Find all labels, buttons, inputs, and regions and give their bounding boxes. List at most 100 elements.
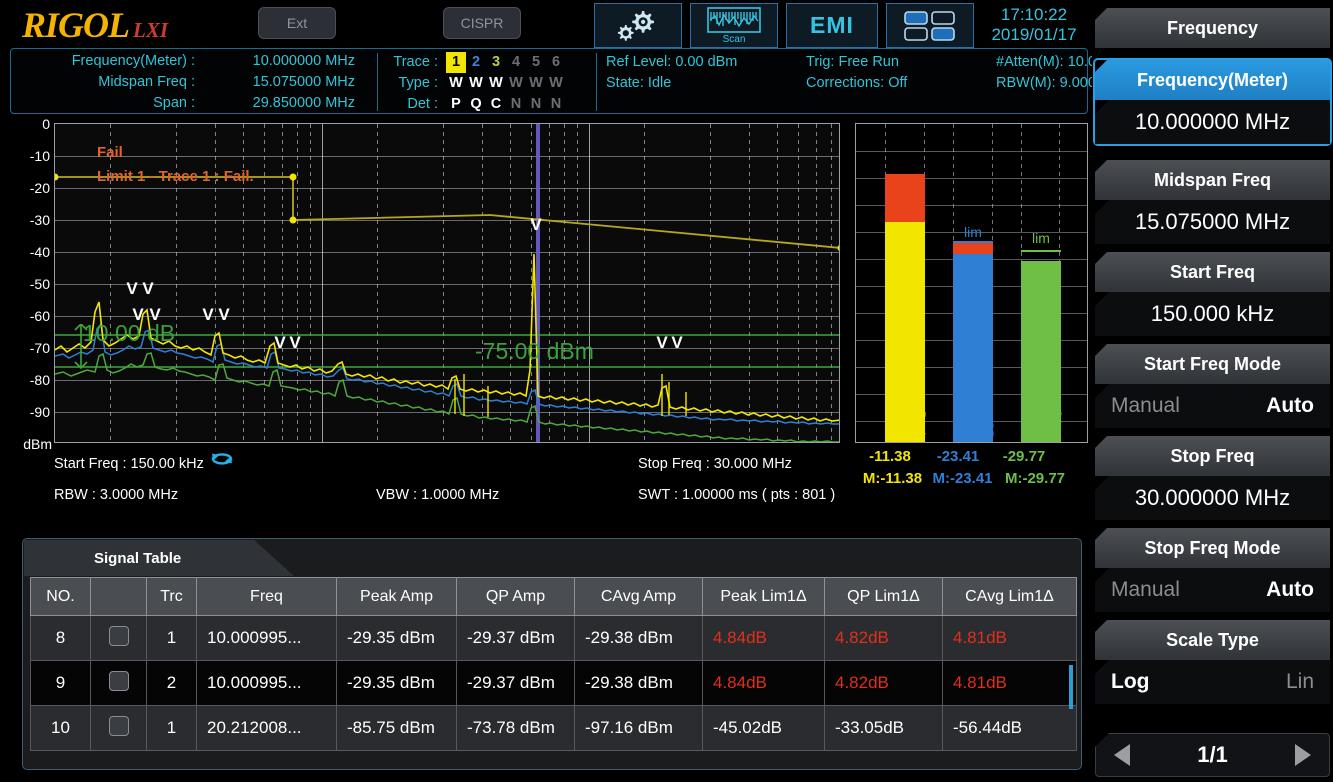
stop-freq-mode-manual[interactable]: Manual [1111, 578, 1180, 602]
menu-value-frequency-meter[interactable]: 10.000000 MHz [1095, 100, 1330, 144]
bar-peak-limit-label: lim [885, 194, 925, 210]
cell-freq: 10.000995... [197, 616, 337, 661]
menu-item-stop-freq[interactable]: Stop Freq 30.000000 MHz [1095, 436, 1330, 520]
signal-table: NO. Trc Freq Peak Amp QP Amp CAvg Amp Pe… [30, 577, 1077, 751]
bar-qp: lim QP [953, 166, 993, 442]
menu-item-frequency[interactable]: Frequency [1095, 8, 1330, 48]
cell-qp-delta: 4.82dB [825, 616, 943, 661]
y-tick-9: -90 [30, 404, 50, 420]
marker-icon[interactable]: V [217, 308, 231, 321]
menu-value-stop-freq-mode[interactable]: Manual Auto [1095, 568, 1330, 612]
trace-status-block: Trace : 1 2 3 4 5 6 Type : W W W W W W D… [386, 52, 566, 115]
menu-value-midspan-freq[interactable]: 15.075000 MHz [1095, 200, 1330, 244]
table-row[interactable]: 8 1 10.000995... -29.35 dBm -29.37 dBm -… [31, 616, 1077, 661]
lxi-badge: LXI [133, 18, 168, 42]
cell-no: 8 [31, 616, 91, 661]
cell-checkbox[interactable] [91, 706, 147, 751]
det-5: N [526, 94, 546, 115]
cell-trc: 1 [147, 616, 197, 661]
marker-icon[interactable]: V [273, 336, 287, 349]
cell-cavg-delta: 4.81dB [943, 661, 1077, 706]
cell-peak-delta: -45.02dB [703, 706, 825, 751]
checkbox-icon[interactable] [109, 671, 129, 691]
layout-button[interactable] [886, 3, 974, 48]
swt-info: SWT : 1.00000 ms ( pts : 801 ) [638, 487, 835, 503]
span-value: 29.850000 MHz [195, 93, 355, 114]
menu-item-start-freq[interactable]: Start Freq 150.000 kHz [1095, 252, 1330, 336]
menu-item-frequency-meter[interactable]: Frequency(Meter) 10.000000 MHz [1095, 60, 1330, 144]
bar-qp-max: M:-23.41 [925, 470, 1000, 487]
start-freq-mode-auto[interactable]: Auto [1266, 394, 1314, 418]
table-scrollbar[interactable] [1069, 665, 1073, 709]
scan-button[interactable]: Scan [690, 3, 778, 48]
y-tick-2: -20 [30, 180, 50, 196]
midspan-value: 15.075000 MHz [195, 72, 355, 93]
marker-icon[interactable]: V [529, 218, 543, 231]
marker-icon[interactable]: V [655, 336, 669, 349]
marker-icon[interactable]: V [288, 336, 302, 349]
y-axis: 0 -10 -20 -30 -40 -50 -60 -70 -80 -90 dB… [10, 118, 52, 448]
trace-2-button[interactable]: 2 [466, 52, 486, 73]
marker-icon[interactable]: V [141, 282, 155, 295]
fail-status-text: Fail [97, 144, 123, 161]
det-1: P [446, 94, 466, 115]
bar-qp-limit-label: lim [953, 224, 993, 240]
det-3: C [486, 94, 506, 115]
trace-3-button[interactable]: 3 [486, 52, 506, 73]
bar-peak-max: M:-11.38 [855, 470, 930, 487]
trace-4-button[interactable]: 4 [506, 52, 526, 73]
status-strip: Frequency(Meter) : 10.000000 MHz Midspan… [10, 48, 1088, 114]
arrow-left-icon[interactable] [1114, 744, 1130, 766]
cell-trc: 2 [147, 661, 197, 706]
state: State: Idle [606, 73, 806, 94]
table-row[interactable]: 9 2 10.000995... -29.35 dBm -29.37 dBm -… [31, 661, 1077, 706]
marker-icon[interactable]: V [131, 308, 145, 321]
spectrum-graph[interactable]: 10.00 dB -75.00 dBm Fail Limit 1 - Trace… [54, 123, 840, 443]
start-freq-mode-manual[interactable]: Manual [1111, 394, 1180, 418]
trace-5-button[interactable]: 5 [526, 52, 546, 73]
menu-item-scale-type[interactable]: Scale Type Log Lin [1095, 620, 1330, 704]
scale-type-lin[interactable]: Lin [1286, 670, 1314, 694]
menu-item-start-freq-mode[interactable]: Start Freq Mode Manual Auto [1095, 344, 1330, 428]
y-tick-0: 0 [42, 116, 50, 132]
table-row[interactable]: 10 1 20.212008... -85.75 dBm -73.78 dBm … [31, 706, 1077, 751]
cell-no: 10 [31, 706, 91, 751]
cispr-button[interactable]: CISPR [443, 7, 521, 39]
cell-checkbox[interactable] [91, 616, 147, 661]
detector-bar-chart: lim Peak lim QP lim CAvg [855, 123, 1088, 443]
spectrum-analyzer-screen: RIGOLLXI Ext CISPR [0, 0, 1333, 782]
cell-cavg-delta: 4.81dB [943, 616, 1077, 661]
emi-mode-button[interactable]: EMI [786, 3, 878, 48]
col-check [91, 578, 147, 616]
trace-6-button[interactable]: 6 [546, 52, 566, 73]
signal-table-title: Signal Table [24, 540, 294, 576]
marker-icon[interactable]: V [670, 336, 684, 349]
checkbox-icon[interactable] [109, 626, 129, 646]
menu-item-midspan-freq[interactable]: Midspan Freq 15.075000 MHz [1095, 160, 1330, 244]
det-row: Det : P Q C N N N [386, 94, 566, 115]
arrow-right-icon[interactable] [1295, 744, 1311, 766]
menu-value-start-freq[interactable]: 150.000 kHz [1095, 292, 1330, 336]
det-4: N [506, 94, 526, 115]
stop-freq-mode-auto[interactable]: Auto [1266, 578, 1314, 602]
cell-checkbox[interactable] [91, 661, 147, 706]
marker-icon[interactable]: V [148, 308, 162, 321]
trace-1-button[interactable]: 1 [446, 52, 466, 73]
bar-max-row: M:-11.38 M:-23.41 M:-29.77 [855, 470, 1088, 492]
menu-label-start-freq: Start Freq [1095, 252, 1330, 292]
menu-value-scale-type[interactable]: Log Lin [1095, 660, 1330, 704]
ext-button[interactable]: Ext [258, 7, 336, 39]
marker-icon[interactable]: V [125, 282, 139, 295]
refresh-icon[interactable] [210, 449, 234, 467]
settings-gears-button[interactable] [594, 3, 682, 48]
marker-icon[interactable]: V [201, 308, 215, 321]
cell-qp-delta: 4.82dB [825, 661, 943, 706]
menu-value-stop-freq[interactable]: 30.000000 MHz [1095, 476, 1330, 520]
menu-item-stop-freq-mode[interactable]: Stop Freq Mode Manual Auto [1095, 528, 1330, 612]
scale-type-log[interactable]: Log [1111, 670, 1149, 694]
det-label: Det : [386, 94, 438, 115]
checkbox-icon[interactable] [109, 716, 129, 736]
menu-value-start-freq-mode[interactable]: Manual Auto [1095, 384, 1330, 428]
signal-table-panel: Signal Table NO. Trc Freq Peak Amp QP Am… [22, 538, 1082, 770]
cell-qp: -29.37 dBm [457, 616, 575, 661]
